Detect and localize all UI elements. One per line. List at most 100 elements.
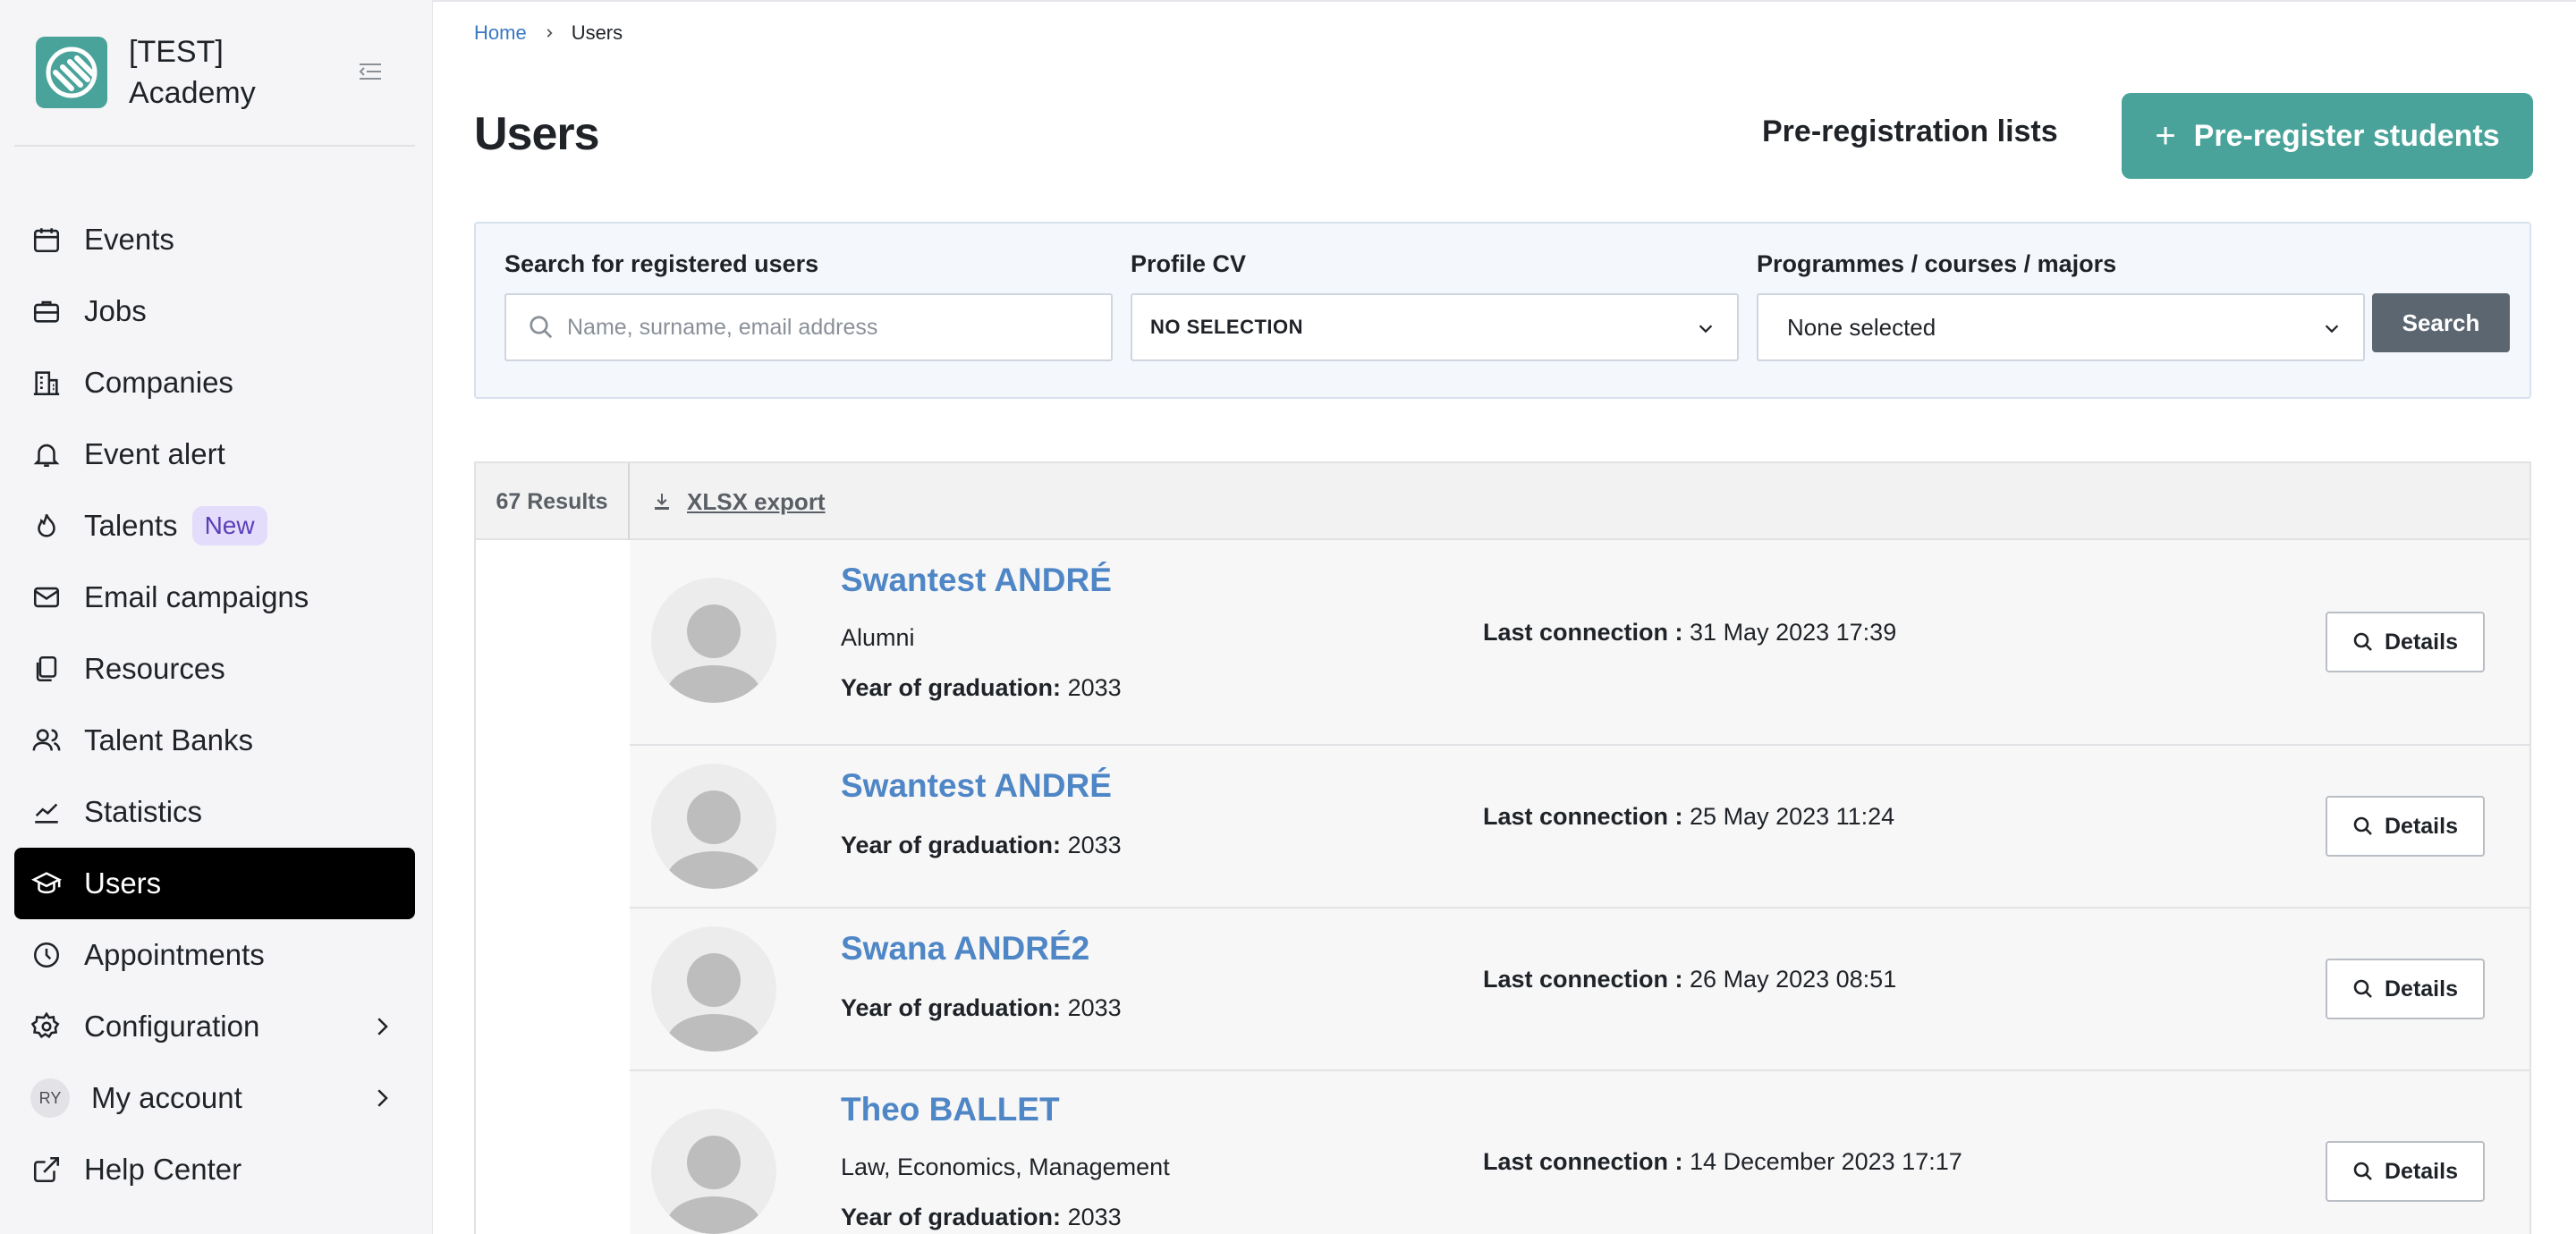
pre-register-students-button[interactable]: + Pre-register students	[2122, 93, 2533, 179]
programmes-select[interactable]: None selected	[1757, 293, 2365, 361]
sidebar-item-label: Talents	[84, 509, 178, 542]
sidebar-item-label: Statistics	[84, 795, 203, 828]
search-icon	[530, 316, 553, 339]
graduation-year: 2033	[1067, 674, 1122, 701]
user-name-link[interactable]: Theo BALLET	[841, 1091, 1060, 1128]
bell-icon	[30, 438, 63, 470]
sidebar-item-resources[interactable]: Resources	[14, 633, 415, 705]
programmes-value: None selected	[1787, 313, 1936, 341]
search-button[interactable]: Search	[2372, 293, 2510, 352]
details-button[interactable]: Details	[2326, 1141, 2485, 1202]
profile-cv-label: Profile CV	[1131, 250, 1247, 277]
brand-name: [TEST] Academy	[129, 35, 256, 110]
sidebar-item-label: Configuration	[84, 1010, 260, 1043]
sidebar-item-users[interactable]: Users	[14, 848, 415, 919]
results-count: 67 Results	[476, 463, 630, 540]
graduation-cap-icon	[30, 867, 63, 900]
account-avatar: RY	[30, 1078, 70, 1118]
details-button[interactable]: Details	[2326, 959, 2485, 1019]
academy-logo	[36, 37, 107, 108]
chevron-right-icon	[547, 29, 553, 38]
sidebar-item-jobs[interactable]: Jobs	[14, 275, 415, 347]
chart-icon	[30, 796, 63, 828]
sidebar-nav: Events Jobs Companies Event alert Talent…	[14, 204, 415, 1205]
programmes-label: Programmes / courses / majors	[1757, 250, 2117, 277]
user-row: Swantest ANDRÉ Alumni Year of graduation…	[630, 540, 2529, 746]
search-input[interactable]: Name, surname, email address	[504, 293, 1113, 361]
user-last-connection: Last connection : 25 May 2023 11:24	[1483, 803, 1894, 831]
mail-icon	[30, 581, 63, 613]
details-button[interactable]: Details	[2326, 612, 2485, 672]
last-connection-label: Last connection :	[1483, 619, 1683, 646]
main-content: Home Users Users Pre-registration lists …	[433, 0, 2576, 1234]
sidebar-item-label: Event alert	[84, 437, 225, 470]
sidebar-item-companies[interactable]: Companies	[14, 347, 415, 418]
user-avatar-icon	[651, 578, 776, 703]
user-last-connection: Last connection : 26 May 2023 08:51	[1483, 966, 1896, 993]
brand[interactable]: [TEST] Academy	[36, 34, 404, 111]
collapse-sidebar-icon[interactable]	[358, 61, 383, 82]
chevron-down-icon	[1699, 325, 1713, 334]
user-last-connection: Last connection : 14 December 2023 17:17	[1483, 1148, 1962, 1176]
sidebar-item-event-alert[interactable]: Event alert	[14, 418, 415, 490]
user-name-link[interactable]: Swantest ANDRÉ	[841, 562, 1112, 599]
last-connection-value: 31 May 2023 17:39	[1690, 619, 1897, 646]
last-connection-value: 26 May 2023 08:51	[1690, 966, 1897, 993]
results-gutter	[476, 540, 630, 1234]
breadcrumb-home-link[interactable]: Home	[474, 21, 527, 45]
user-graduation: Year of graduation: 2033	[841, 674, 1122, 702]
sidebar-item-statistics[interactable]: Statistics	[14, 776, 415, 848]
plus-icon: +	[2155, 115, 2176, 156]
breadcrumb-current: Users	[571, 21, 623, 44]
last-connection-label: Last connection :	[1483, 966, 1683, 993]
user-status: Law, Economics, Management	[841, 1154, 1170, 1180]
sidebar-item-talents[interactable]: Talents New	[14, 490, 415, 562]
search-icon	[2353, 1162, 2372, 1180]
flame-icon	[30, 510, 63, 542]
profile-cv-select[interactable]: NO SELECTION	[1131, 293, 1739, 361]
sidebar-item-talent-banks[interactable]: Talent Banks	[14, 705, 415, 776]
sidebar-item-label: Resources	[84, 652, 225, 685]
details-label: Details	[2385, 1158, 2458, 1184]
user-graduation: Year of graduation: 2033	[841, 1204, 1122, 1231]
details-button[interactable]: Details	[2326, 796, 2485, 857]
sidebar-item-label: My account	[91, 1081, 242, 1114]
sidebar-item-configuration[interactable]: Configuration	[14, 991, 415, 1062]
calendar-icon	[30, 224, 63, 256]
sidebar-item-label: Email campaigns	[84, 580, 309, 613]
results-panel: 67 Results XLSX export Swantest ANDRÉ Al…	[474, 461, 2531, 1234]
sidebar-item-label: Talent Banks	[84, 723, 253, 756]
search-icon	[2353, 632, 2372, 651]
sidebar-item-my-account[interactable]: RY My account	[14, 1062, 415, 1134]
pre-registration-lists-link[interactable]: Pre-registration lists	[1762, 114, 2058, 149]
user-name-link[interactable]: Swana ANDRÉ2	[841, 930, 1089, 968]
chevron-down-icon	[2325, 325, 2339, 334]
last-connection-label: Last connection :	[1483, 803, 1683, 830]
results-header: 67 Results XLSX export	[476, 463, 2529, 540]
user-avatar-icon	[651, 1109, 776, 1234]
user-row: Theo BALLET Law, Economics, Management Y…	[630, 1071, 2529, 1234]
details-label: Details	[2385, 629, 2458, 655]
user-graduation: Year of graduation: 2033	[841, 832, 1122, 859]
gear-icon	[30, 1010, 63, 1043]
chevron-right-icon	[377, 1089, 388, 1107]
sidebar-item-help-center[interactable]: Help Center	[14, 1134, 415, 1205]
xlsx-export-button[interactable]: XLSX export	[651, 463, 826, 540]
building-icon	[30, 367, 63, 399]
sidebar-item-label: Companies	[84, 366, 233, 399]
profile-cv-value: NO SELECTION	[1150, 316, 1304, 338]
graduation-year: 2033	[1067, 832, 1122, 858]
graduation-label: Year of graduation:	[841, 832, 1062, 858]
xlsx-export-label: XLSX export	[687, 487, 826, 515]
graduation-label: Year of graduation:	[841, 674, 1062, 701]
graduation-label: Year of graduation:	[841, 994, 1062, 1021]
user-name-link[interactable]: Swantest ANDRÉ	[841, 767, 1112, 805]
documents-icon	[30, 653, 63, 685]
graduation-year: 2033	[1067, 1204, 1122, 1230]
sidebar-item-appointments[interactable]: Appointments	[14, 919, 415, 991]
sidebar-item-email-campaigns[interactable]: Email campaigns	[14, 562, 415, 633]
sidebar-item-events[interactable]: Events	[14, 204, 415, 275]
filter-panel: Search for registered users Name, surnam…	[474, 222, 2531, 399]
last-connection-label: Last connection :	[1483, 1148, 1683, 1175]
user-status: Alumni	[841, 624, 915, 651]
